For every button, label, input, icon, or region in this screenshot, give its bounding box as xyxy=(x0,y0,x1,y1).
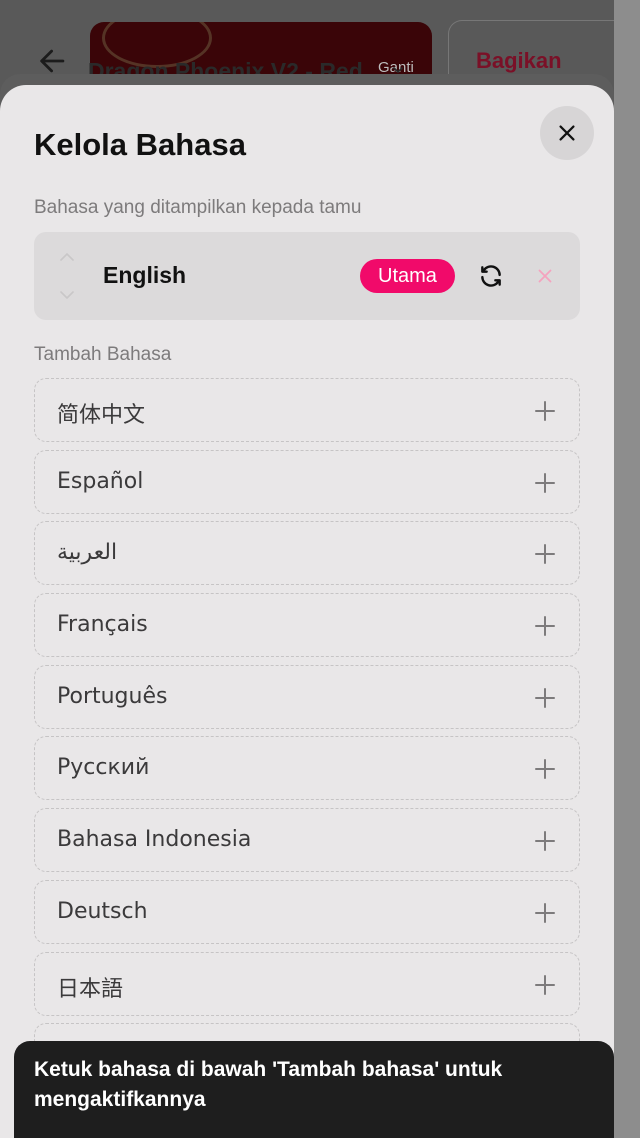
language-item[interactable]: Bahasa Indonesia xyxy=(34,808,580,873)
language-name: 简体中文 xyxy=(57,403,146,428)
plus-icon[interactable] xyxy=(533,471,557,495)
swap-icon[interactable] xyxy=(478,263,504,289)
share-button[interactable]: Bagikan xyxy=(476,48,562,74)
language-name: Bahasa Indonesia xyxy=(57,827,252,853)
language-item[interactable]: Español xyxy=(34,449,580,514)
language-item[interactable]: Português xyxy=(34,664,580,729)
plus-icon[interactable] xyxy=(533,973,557,997)
drag-handle-icon[interactable] xyxy=(56,250,78,302)
language-item[interactable]: Русский xyxy=(34,736,580,801)
hint-toast: Ketuk bahasa di bawah 'Tambah bahasa' un… xyxy=(14,1041,614,1138)
plus-icon[interactable] xyxy=(533,901,557,925)
background-edge xyxy=(614,0,640,1138)
language-name: 日本語 xyxy=(57,976,124,1002)
language-item[interactable]: Deutsch xyxy=(34,879,580,944)
sheet-title: Kelola Bahasa xyxy=(34,127,246,162)
plus-icon[interactable] xyxy=(533,757,557,781)
toast-message: Ketuk bahasa di bawah 'Tambah bahasa' un… xyxy=(34,1058,503,1111)
language-item[interactable]: 日本語 xyxy=(34,951,580,1016)
close-button[interactable] xyxy=(540,106,594,160)
language-name: Deutsch xyxy=(57,898,148,924)
plus-icon[interactable] xyxy=(533,686,557,710)
manage-language-sheet: Kelola Bahasa Bahasa yang ditampilkan ke… xyxy=(0,85,614,1138)
language-name: Русский xyxy=(57,755,150,781)
language-name: Español xyxy=(57,468,144,494)
language-name: العربية xyxy=(57,540,118,566)
available-language-list: 简体中文 Español العربية Français Português … xyxy=(34,378,580,1095)
remove-icon[interactable] xyxy=(534,265,556,287)
plus-icon[interactable] xyxy=(533,399,557,423)
language-item[interactable]: 简体中文 xyxy=(34,378,580,442)
language-item[interactable]: العربية xyxy=(34,521,580,586)
active-language-name: English xyxy=(103,262,187,288)
language-name: Français xyxy=(57,612,148,638)
primary-badge: Utama xyxy=(360,259,455,293)
add-language-label: Tambah Bahasa xyxy=(34,344,172,365)
plus-icon[interactable] xyxy=(533,542,557,566)
language-name: Português xyxy=(57,683,168,709)
close-icon xyxy=(559,125,575,141)
screen: Ganti Template Dragon Phoenix V2 - Red B… xyxy=(0,0,640,1138)
back-arrow-icon[interactable] xyxy=(36,44,70,78)
active-languages-label: Bahasa yang ditampilkan kepada tamu xyxy=(34,197,362,218)
language-item[interactable]: Français xyxy=(34,593,580,658)
plus-icon[interactable] xyxy=(533,614,557,638)
active-language-row[interactable]: English Utama xyxy=(34,232,580,320)
plus-icon[interactable] xyxy=(533,829,557,853)
